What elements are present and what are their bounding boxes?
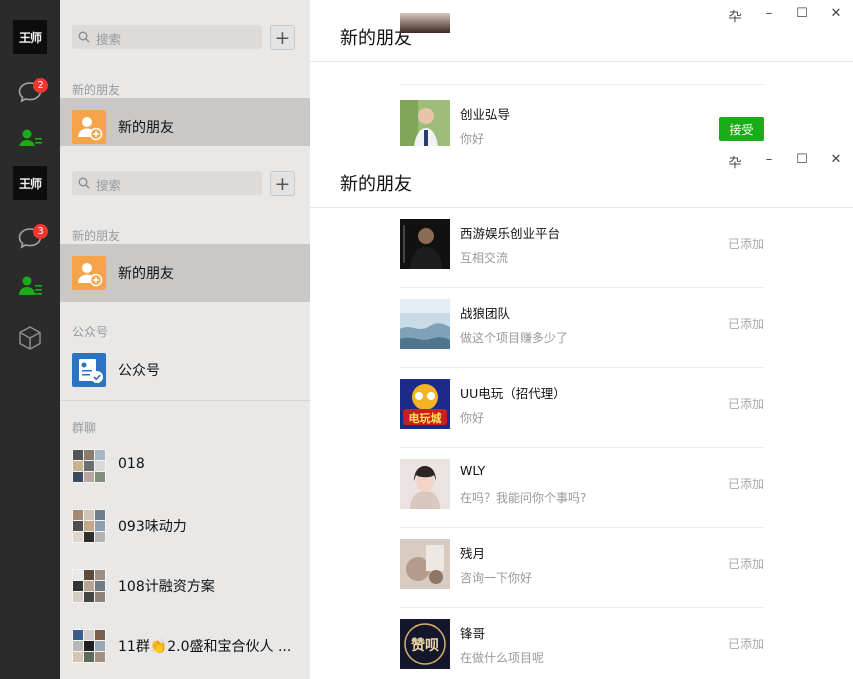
- status-added: 已添加: [727, 317, 764, 331]
- nav-rail: 王师 3: [0, 146, 60, 679]
- accept-button[interactable]: 接受: [719, 117, 764, 141]
- section-label-official: 公众号: [72, 325, 109, 339]
- request-avatar: [400, 100, 450, 146]
- main-pane: 新的朋友 卆 – ☐ ✕ 创业弘导 你好 接受: [310, 0, 853, 146]
- request-item-partial[interactable]: [400, 5, 764, 85]
- contact-panel: 搜索 + 新的朋友 新的朋友 公众号 公众号 群聊 018 093味动力 108…: [60, 146, 310, 679]
- search-input[interactable]: 搜索: [72, 25, 262, 49]
- request-item[interactable]: 残月 咨询一下你好 已添加: [400, 528, 764, 608]
- request-avatar: 电玩城: [400, 379, 450, 429]
- request-item[interactable]: 电玩城 UU电玩（招代理） 你好 已添加: [400, 368, 764, 448]
- request-item[interactable]: 战狼团队 做这个项目赚多少了 已添加: [400, 288, 764, 368]
- contact-item-new-friends[interactable]: 新的朋友: [60, 98, 310, 146]
- request-avatar: [400, 459, 450, 509]
- section-label-new-friends: 新的朋友: [72, 229, 121, 243]
- status-added: 已添加: [727, 397, 764, 411]
- maximize-button[interactable]: ☐: [791, 152, 813, 170]
- contacts-nav-button[interactable]: [16, 125, 44, 146]
- nav-rail: 王师 2: [0, 0, 60, 146]
- request-item[interactable]: 西游娱乐创业平台 互相交流 已添加: [400, 208, 764, 288]
- contacts-nav-button[interactable]: [16, 272, 44, 300]
- group-avatar: [72, 449, 106, 483]
- plus-icon: +: [274, 172, 291, 195]
- request-avatar: [400, 219, 450, 269]
- new-friend-icon: [72, 256, 106, 290]
- pin-button[interactable]: 卆: [724, 152, 746, 171]
- back-window: 王师 2 搜索 + 新的朋友 新的朋友 新的朋友 卆 – ☐ ✕ 创业弘导 你好…: [0, 0, 853, 146]
- chat-nav-button[interactable]: 3: [16, 224, 48, 252]
- add-button[interactable]: +: [270, 25, 295, 50]
- group-avatar: [72, 509, 106, 543]
- section-divider: [60, 400, 310, 401]
- request-item[interactable]: 赞呗 锋哥 在做什么项目呢 已添加: [400, 608, 764, 679]
- section-label-new-friends: 新的朋友: [72, 83, 121, 97]
- front-window: 王师 3 搜索 + 新的朋友 新的朋友 公众号 公众号 群聊 018 093味动…: [0, 146, 853, 679]
- status-added: 已添加: [727, 557, 764, 571]
- new-friend-icon: [72, 110, 106, 144]
- group-item[interactable]: 11群👏2.0盛和宝合伙人 ...: [60, 617, 310, 675]
- section-label-groups: 群聊: [72, 421, 97, 435]
- search-icon: [78, 31, 90, 43]
- contact-item-new-friends[interactable]: 新的朋友: [60, 244, 310, 302]
- group-item[interactable]: 108计融资方案: [60, 557, 310, 615]
- maximize-button[interactable]: ☐: [791, 6, 813, 24]
- search-input[interactable]: 搜索: [72, 171, 262, 195]
- contacts-icon: [19, 129, 42, 146]
- status-added: 已添加: [727, 237, 764, 251]
- profile-avatar[interactable]: 王师: [13, 20, 47, 54]
- page-title: 新的朋友: [340, 174, 412, 195]
- official-account-icon: [72, 353, 106, 387]
- minimize-button[interactable]: –: [758, 152, 780, 170]
- profile-avatar[interactable]: 王师: [13, 166, 47, 200]
- unread-badge: 3: [33, 224, 48, 239]
- status-added: 已添加: [727, 637, 764, 651]
- chat-nav-button[interactable]: 2: [16, 78, 48, 106]
- group-avatar: [72, 569, 106, 603]
- plus-icon: +: [274, 26, 291, 49]
- group-item[interactable]: 018: [60, 437, 310, 495]
- group-avatar: [72, 629, 106, 663]
- request-avatar: 赞呗: [400, 619, 450, 669]
- close-button[interactable]: ✕: [825, 6, 847, 24]
- row-divider: [400, 84, 764, 85]
- main-pane: 新的朋友 卆 – ☐ ✕ 西游娱乐创业平台 互相交流 已添加 战狼团队 做这个项…: [310, 146, 853, 679]
- contact-panel: 搜索 + 新的朋友 新的朋友: [60, 0, 310, 146]
- group-item[interactable]: 093味动力: [60, 497, 310, 555]
- request-item[interactable]: WLY 在吗？我能问你个事吗? 已添加: [400, 448, 764, 528]
- request-avatar: [400, 539, 450, 589]
- unread-badge: 2: [33, 78, 48, 93]
- cube-icon: [19, 326, 41, 350]
- contacts-icon: [19, 276, 42, 295]
- request-item[interactable]: 创业弘导 你好 接受: [400, 89, 764, 146]
- add-button[interactable]: +: [270, 171, 295, 196]
- close-button[interactable]: ✕: [825, 152, 847, 170]
- status-added: 已添加: [727, 477, 764, 491]
- collections-nav-button[interactable]: [16, 324, 44, 352]
- request-avatar: [400, 13, 450, 33]
- request-avatar: [400, 299, 450, 349]
- search-icon: [78, 177, 90, 189]
- contact-item-official-accounts[interactable]: 公众号: [60, 341, 310, 399]
